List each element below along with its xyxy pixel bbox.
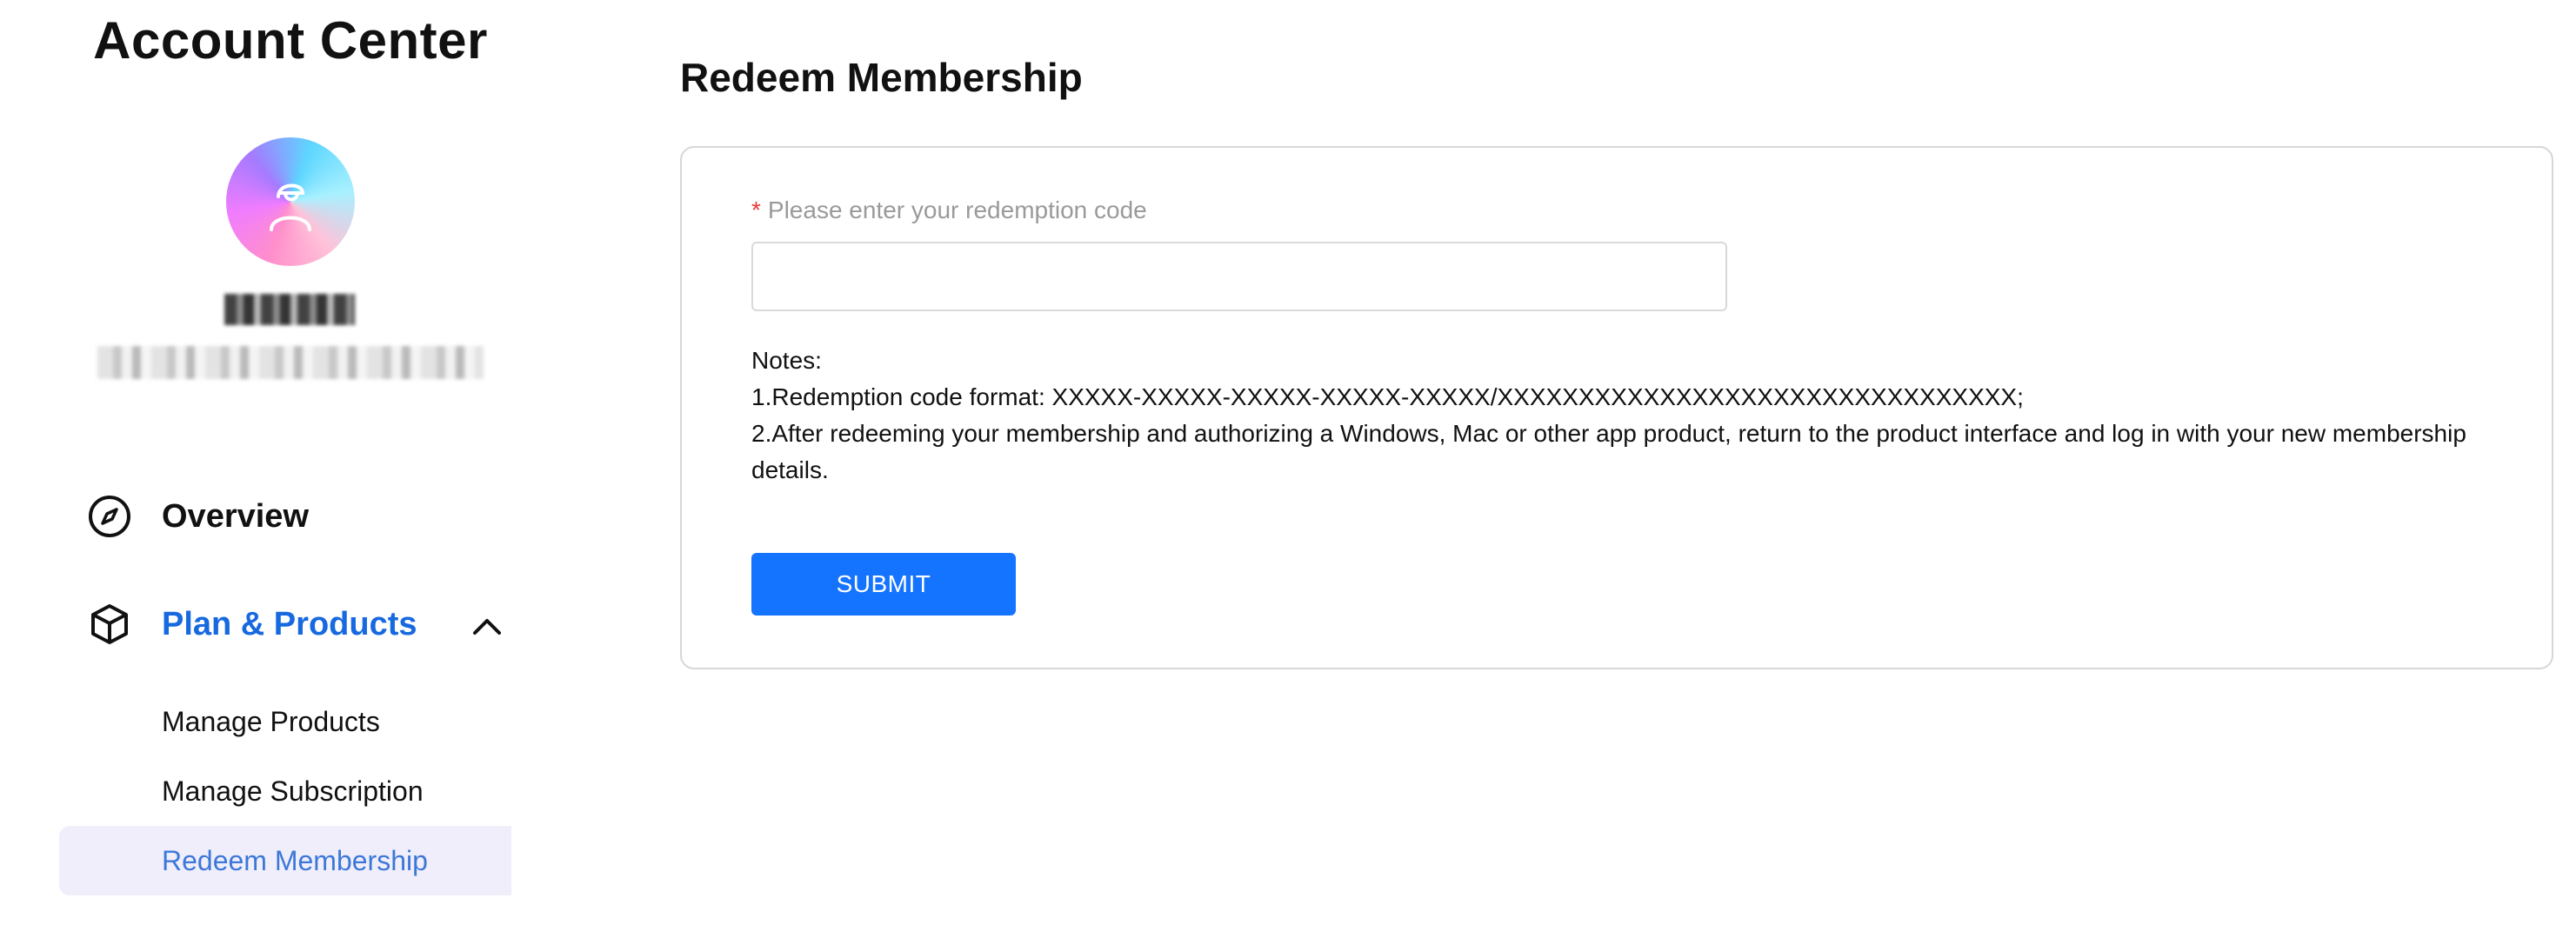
redemption-code-input[interactable] <box>751 242 1727 311</box>
note-1: 1.Redemption code format: XXXXX-XXXXX-XX… <box>751 383 2024 410</box>
avatar[interactable] <box>226 137 355 266</box>
sidebar-item-manage-products[interactable]: Manage Products <box>162 706 380 738</box>
chevron-up-icon[interactable] <box>470 609 504 643</box>
compass-icon <box>87 494 132 539</box>
nav-item-label: Overview <box>162 497 309 535</box>
nav-item-label: Plan & Products <box>162 605 417 642</box>
box-icon <box>87 602 132 647</box>
redemption-code-label: * Please enter your redemption code <box>751 196 1147 224</box>
notes-title: Notes: <box>751 347 822 374</box>
redemption-code-label-text: Please enter your redemption code <box>767 196 1147 223</box>
sidebar-item-manage-subscription[interactable]: Manage Subscription <box>162 775 424 808</box>
nav-item-plan-products[interactable]: Plan & Products <box>87 602 417 647</box>
note-2: 2.After redeeming your membership and au… <box>751 420 2466 483</box>
user-icon <box>270 183 311 231</box>
redacted-email <box>97 346 484 379</box>
submit-button[interactable]: SUBMIT <box>751 553 1016 616</box>
page-title: Redeem Membership <box>680 55 1083 100</box>
sidebar-item-redeem-membership[interactable]: Redeem Membership <box>162 845 428 877</box>
nav-item-overview[interactable]: Overview <box>87 494 309 539</box>
required-mark: * <box>751 196 761 223</box>
notes: Notes: 1.Redemption code format: XXXXX-X… <box>751 343 2473 489</box>
redeem-form-card: * Please enter your redemption code Notes… <box>680 146 2553 669</box>
sidebar-title: Account Center <box>93 11 488 70</box>
sidebar: Account Center Overview Plan & Products <box>0 0 522 925</box>
redacted-username <box>224 294 355 325</box>
